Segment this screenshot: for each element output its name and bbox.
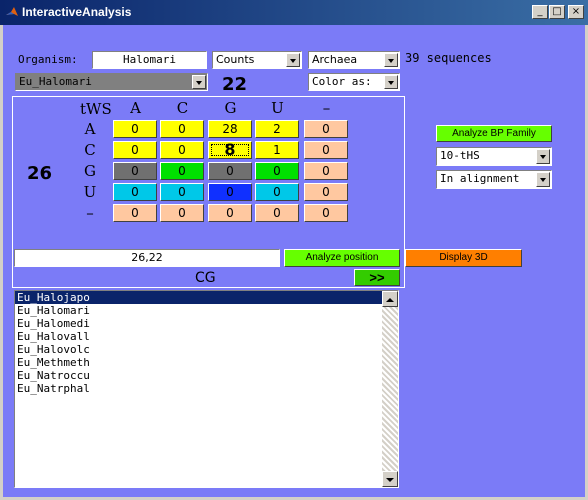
sequence-select-value: Eu_Halomari — [19, 75, 92, 88]
color-as-value: Color as: — [312, 75, 372, 88]
matrix-cell[interactable]: 0 — [113, 120, 157, 138]
column-header: G — [224, 99, 237, 117]
matrix-cell[interactable]: 0 — [160, 183, 204, 201]
matrix-corner-label: tWS — [80, 100, 112, 118]
sequence-select[interactable]: Eu_Halomari — [15, 73, 208, 91]
vertical-scrollbar[interactable] — [382, 291, 398, 487]
matlab-logo-icon — [6, 7, 18, 16]
matrix-cell[interactable]: 0 — [208, 204, 252, 222]
title-bar: InteractiveAnalysis _ □ × — [0, 0, 588, 25]
chevron-down-icon[interactable] — [192, 75, 206, 89]
list-item[interactable]: Eu_Halojapo — [15, 291, 398, 304]
column-header: U — [271, 99, 284, 117]
alignment-select[interactable]: In alignment — [436, 170, 552, 189]
domain-select[interactable]: Archaea — [308, 51, 400, 69]
list-item[interactable]: Eu_Halovall — [15, 330, 398, 343]
matrix-cell[interactable]: 2 — [255, 120, 299, 138]
arrow-up-icon — [386, 298, 394, 302]
matrix-cell[interactable]: 0 — [304, 162, 348, 180]
list-item[interactable]: Eu_Natrphal — [15, 382, 398, 395]
list-item[interactable]: Eu_Methmeth — [15, 356, 398, 369]
matrix-cell[interactable]: 0 — [304, 120, 348, 138]
column-number: 22 — [222, 74, 248, 95]
sequence-list[interactable]: Eu_Halojapo Eu_Halomari Eu_Halomedi Eu_Halo… — [14, 290, 399, 488]
chevron-down-icon[interactable] — [286, 53, 300, 67]
matrix-cell[interactable]: 0 — [255, 183, 299, 201]
matrix-cell[interactable]: 0 — [113, 141, 157, 159]
matrix-cell[interactable]: 0 — [255, 162, 299, 180]
organism-label: Organism: — [18, 53, 78, 66]
chevron-down-icon[interactable] — [536, 172, 550, 187]
matrix-cell[interactable]: 0 — [304, 141, 348, 159]
sequence-count: 39 sequences — [405, 51, 492, 65]
matrix-cell[interactable]: 1 — [255, 141, 299, 159]
family-select-value: 10-tHS — [440, 149, 480, 162]
matrix-cell[interactable]: 0 — [304, 204, 348, 222]
matrix-cell[interactable]: 0 — [208, 162, 252, 180]
position-field[interactable]: 26,22 — [14, 249, 280, 267]
list-item[interactable]: Eu_Halomari — [15, 304, 398, 317]
matrix-cell[interactable]: 0 — [255, 204, 299, 222]
organism-field[interactable]: Halomari — [92, 51, 207, 69]
analyze-bp-family-button[interactable]: Analyze BP Family — [436, 125, 552, 142]
alignment-select-value: In alignment — [440, 172, 520, 185]
row-header: C — [84, 141, 96, 159]
minimize-button[interactable]: _ — [532, 5, 548, 19]
column-header: A — [130, 99, 141, 117]
list-item[interactable]: Eu_Natroccu — [15, 369, 398, 382]
matrix-cell[interactable]: 0 — [160, 162, 204, 180]
chevron-down-icon[interactable] — [384, 75, 398, 89]
matrix-cell[interactable]: 0 — [160, 141, 204, 159]
column-header: – — [322, 99, 331, 117]
row-header: G — [84, 162, 96, 180]
chevron-down-icon[interactable] — [536, 149, 550, 164]
mode-select[interactable]: Counts — [212, 51, 302, 69]
domain-select-value: Archaea — [312, 53, 358, 66]
maximize-button[interactable]: □ — [549, 5, 565, 19]
arrow-down-icon — [386, 478, 394, 482]
matrix-cell[interactable]: 28 — [208, 120, 252, 138]
matrix-cell[interactable]: 0 — [113, 183, 157, 201]
color-as-select[interactable]: Color as: — [308, 73, 400, 91]
pair-label: CG — [195, 270, 216, 286]
scroll-up-button[interactable] — [382, 291, 398, 307]
analyze-position-button[interactable]: Analyze position — [284, 249, 400, 267]
row-header: – — [86, 204, 94, 222]
matrix-cell[interactable]: 8 — [208, 141, 252, 159]
matrix-cell[interactable]: 0 — [208, 183, 252, 201]
row-number: 26 — [27, 163, 53, 184]
matrix-cell[interactable]: 0 — [160, 204, 204, 222]
next-button[interactable]: >> — [354, 269, 400, 286]
scroll-down-button[interactable] — [382, 471, 398, 487]
mode-select-value: Counts — [216, 53, 255, 66]
matrix-cell[interactable]: 0 — [113, 162, 157, 180]
list-item[interactable]: Eu_Halomedi — [15, 317, 398, 330]
row-header: A — [84, 120, 96, 138]
family-select[interactable]: 10-tHS — [436, 147, 552, 166]
close-button[interactable]: × — [568, 5, 584, 19]
matrix-cell[interactable]: 0 — [304, 183, 348, 201]
matrix-cell[interactable]: 0 — [113, 204, 157, 222]
list-item[interactable]: Eu_Halovolc — [15, 343, 398, 356]
display-3d-button[interactable]: Display 3D — [405, 249, 522, 267]
row-header: U — [83, 183, 97, 201]
column-header: C — [176, 99, 189, 117]
chevron-down-icon[interactable] — [384, 53, 398, 67]
matrix-cell[interactable]: 0 — [160, 120, 204, 138]
window-title: InteractiveAnalysis — [22, 5, 132, 19]
